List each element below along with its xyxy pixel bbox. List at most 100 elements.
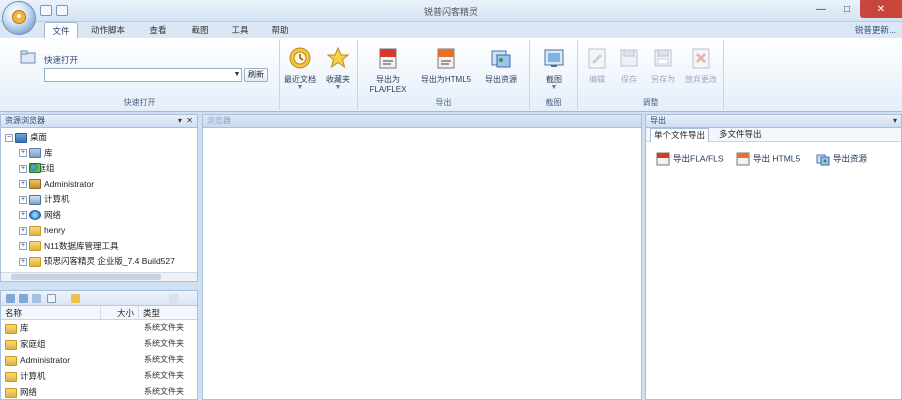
forward-icon[interactable] (19, 294, 28, 303)
fla-file-icon (379, 48, 397, 69)
export-resources-action[interactable]: 导出资源 (816, 152, 867, 166)
export-fla-action[interactable]: 导出FLA/FLS (656, 152, 724, 166)
options-icon[interactable] (169, 294, 178, 303)
discard-icon (692, 48, 710, 69)
close-button[interactable]: ✕ (860, 0, 902, 18)
tree-item[interactable]: + 库 (5, 146, 197, 162)
list-item[interactable]: 库 系统文件夹 (1, 320, 197, 336)
folder-icon (5, 339, 17, 350)
expand-icon[interactable]: + (19, 180, 27, 189)
tree-item[interactable]: + 硕思闪客精灵 企业版_7.4 Build527 (5, 254, 197, 270)
tab-single-export[interactable]: 单个文件导出 (650, 128, 710, 142)
save-button[interactable]: 保存 (614, 46, 644, 85)
discard-changes-button[interactable]: 放弃更改 (682, 46, 720, 85)
list-item[interactable]: 计算机 系统文件夹 (1, 368, 197, 384)
collapse-icon[interactable]: − (5, 133, 13, 142)
tab-file[interactable]: 文件 (44, 22, 78, 38)
close-icon[interactable]: ✕ (186, 116, 193, 125)
expand-icon[interactable]: + (19, 226, 27, 235)
export-html5-action[interactable]: 导出 HTML5 (736, 152, 800, 166)
minimize-button[interactable]: — (808, 0, 834, 18)
tab-capture[interactable]: 截图 (182, 22, 218, 38)
quick-open-group: 快速打开 ▼ 刷新 快速打开 (0, 40, 280, 110)
edit-button[interactable]: 编辑 (582, 46, 612, 85)
scrollbar-thumb[interactable] (11, 274, 161, 280)
list-item[interactable]: Administrator 系统文件夹 (1, 352, 197, 368)
export-fla-button[interactable]: 导出为FLA/FLEX (360, 46, 416, 94)
recent-docs-button[interactable]: 最近文档 ▼ (282, 46, 318, 91)
tree-item[interactable]: + henry (5, 223, 197, 239)
tree-item[interactable]: + 计算机 (5, 192, 197, 208)
tab-actionscript[interactable]: 动作脚本 (84, 22, 132, 38)
tree-item[interactable]: + Administrator (5, 177, 197, 193)
column-name[interactable]: 名称 (1, 306, 101, 320)
back-icon[interactable] (6, 294, 15, 303)
folder-icon (5, 355, 17, 366)
update-link[interactable]: 锐普更新... (855, 24, 896, 36)
tab-help[interactable]: 帮助 (262, 22, 298, 38)
tab-view[interactable]: 查看 (140, 22, 176, 38)
panel-controls: ▾ ✕ (178, 115, 193, 127)
list-item[interactable]: 家庭组 系统文件夹 (1, 336, 197, 352)
folder-icon (29, 256, 41, 267)
up-icon[interactable] (32, 294, 41, 303)
tree-item[interactable]: + N11数据库管理工具 (5, 239, 197, 255)
capture-group-label: 截图 (545, 98, 562, 107)
expand-icon[interactable]: + (19, 257, 27, 266)
export-fla-label: 导出为FLA/FLEX (369, 75, 407, 94)
ribbon: 快速打开 ▼ 刷新 快速打开 最近文档 ▼ 收藏夹 ▼ 导出为FLA/FLEX … (0, 38, 902, 112)
tree-item[interactable]: + 家庭组 (5, 161, 197, 177)
new-folder-icon[interactable] (71, 294, 80, 303)
screenshot-icon (544, 49, 564, 67)
pin-icon[interactable]: ▾ (178, 116, 182, 125)
app-menu-button[interactable] (2, 1, 36, 35)
folder-icon (29, 241, 41, 252)
quick-open-path-input[interactable] (44, 68, 242, 82)
view-icon[interactable] (47, 294, 56, 303)
tree-item[interactable]: − 桌面 (5, 130, 197, 146)
expand-icon[interactable]: + (19, 195, 27, 204)
favorites-button[interactable]: 收藏夹 ▼ (320, 46, 356, 91)
export-resources-button[interactable]: 导出资源 (476, 46, 526, 85)
tree-item[interactable]: + 网络 (5, 208, 197, 224)
file-list-header: 名称 大小 类型 (1, 306, 197, 320)
recent-dropdown-icon: ▼ (296, 84, 304, 91)
save-as-button[interactable]: 另存为 (646, 46, 680, 85)
tab-multi-export-label: 多文件导出 (719, 129, 762, 139)
fla-icon (656, 152, 670, 166)
title-bar: 锐普闪客精灵 — □ ✕ (0, 0, 902, 22)
tab-multi-export[interactable]: 多文件导出 (716, 128, 765, 142)
resource-browser-header: 资源浏览器 ▾ ✕ (1, 115, 197, 128)
list-item[interactable]: 网络 系统文件夹 (1, 384, 197, 400)
horizontal-scrollbar[interactable] (1, 272, 197, 281)
expand-icon[interactable]: + (19, 211, 27, 220)
refresh-button[interactable]: 刷新 (244, 68, 268, 82)
export-panel-pin-icon[interactable]: ▾ (893, 115, 897, 127)
capture-button[interactable]: 截图 ▼ (534, 46, 574, 91)
tab-single-export-label: 单个文件导出 (654, 130, 706, 140)
app-logo-icon (12, 10, 26, 24)
resources-icon (491, 50, 511, 68)
adjust-group-label: 调整 (642, 98, 659, 107)
html5-icon (736, 152, 750, 166)
export-html5-button[interactable]: 导出为HTML5 (420, 46, 472, 85)
preview-panel: 浏览器 (202, 114, 642, 400)
expand-icon[interactable]: + (19, 149, 27, 158)
save-as-label: 另存为 (651, 75, 675, 84)
list-item-name: 库 (5, 320, 29, 336)
list-item-type: 系统文件夹 (144, 355, 184, 364)
chevron-down-icon[interactable]: ▼ (232, 68, 242, 82)
tab-tools[interactable]: 工具 (222, 22, 258, 38)
list-item-name: 计算机 (5, 368, 46, 384)
list-item-type: 系统文件夹 (144, 339, 184, 348)
column-type[interactable]: 类型 (139, 306, 197, 320)
folder-icon (5, 323, 17, 334)
list-item-type: 系统文件夹 (144, 323, 184, 332)
expand-icon[interactable]: + (19, 242, 27, 251)
window-title: 锐普闪客精灵 (423, 7, 478, 17)
expand-icon[interactable]: + (19, 164, 27, 173)
column-size[interactable]: 大小 (101, 306, 139, 320)
tree-item-label: henry (44, 225, 66, 235)
lib-icon (29, 148, 41, 159)
maximize-button[interactable]: □ (834, 0, 860, 18)
